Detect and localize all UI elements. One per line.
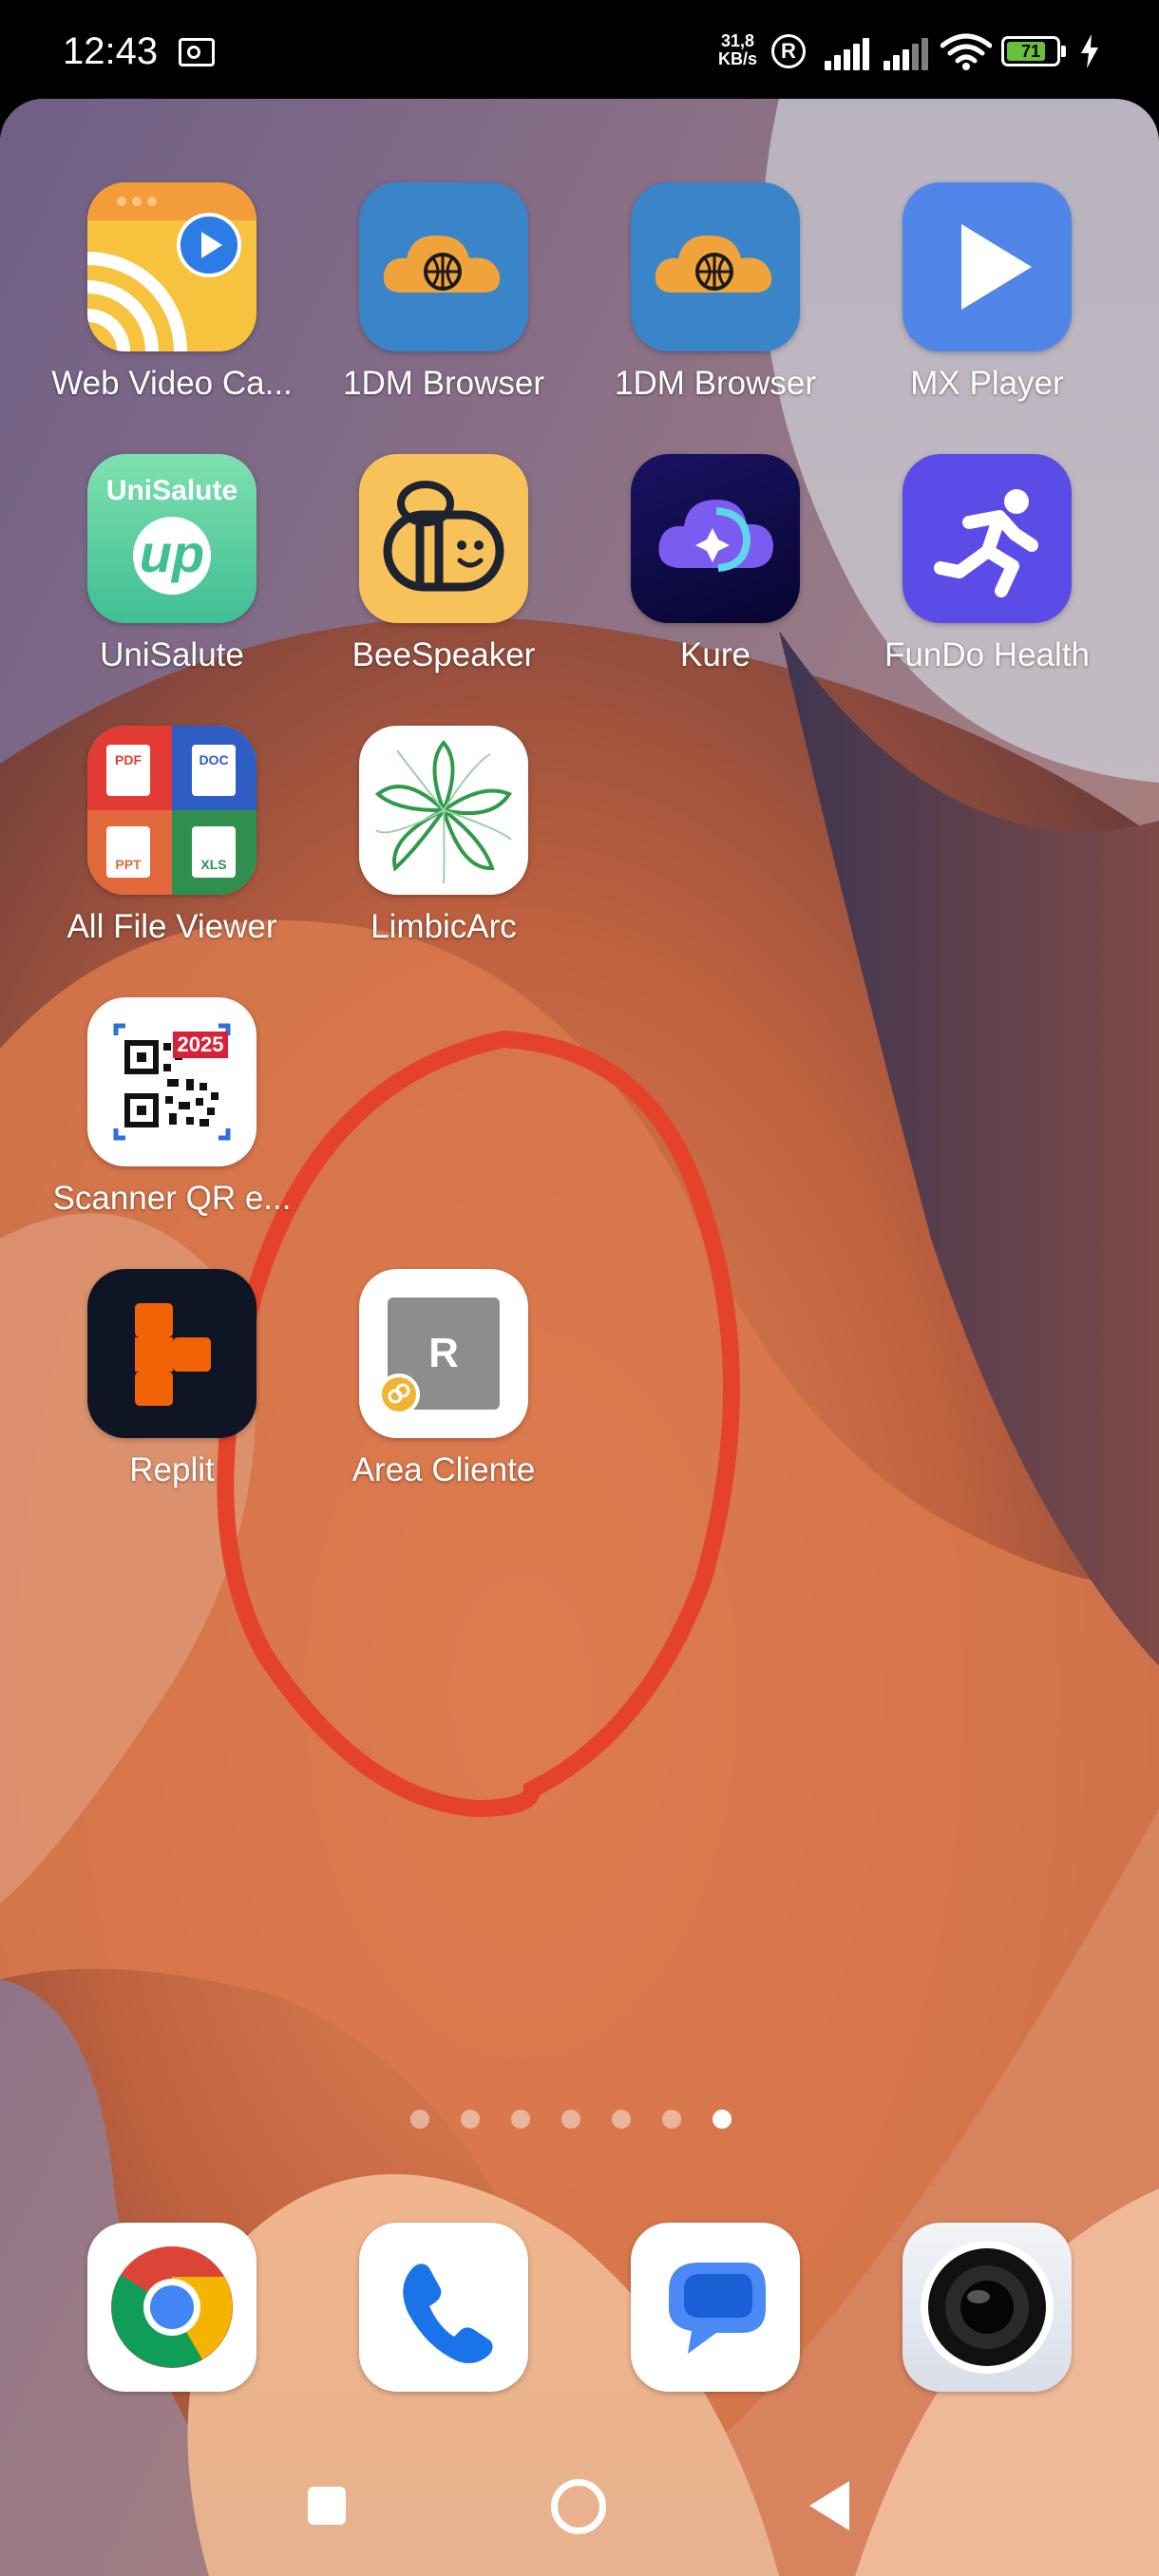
chrome-icon [87,2223,256,2392]
dock-camera[interactable] [849,2223,1125,2392]
recents-button[interactable] [308,2487,346,2525]
app-label: 1DM Browser [615,365,816,402]
app-label: BeeSpeaker [352,636,536,673]
page-dot[interactable] [461,2110,480,2129]
app-label: Web Video Ca... [51,365,293,402]
app-limbicarc[interactable]: LimbicArc [306,726,581,946]
unisalute-icon-text: UniSalute [105,475,238,506]
dock-chrome[interactable] [34,2223,310,2392]
app-beespeaker[interactable]: BeeSpeaker [306,454,581,674]
network-speed-value: 31,8 [720,31,755,50]
app-web-video-cast[interactable]: Web Video Ca... [34,182,310,403]
app-label: Area Cliente [352,1451,536,1488]
page-dot-active[interactable] [712,2110,732,2129]
app-fundo-health[interactable]: FunDo Health [849,454,1125,674]
registered-icon: R [771,34,806,68]
notification-icon [179,38,215,66]
web-video-cast-icon [87,182,256,351]
battery-icon: 71 [1001,36,1060,66]
app-label: Kure [680,636,750,673]
status-bar: 12:43 31,8 KB/s R 71 [0,0,1159,103]
app-label: UniSalute [100,636,244,673]
app-label: All File Viewer [66,908,277,945]
app-all-file-viewer[interactable]: PDF DOC PPT XLS All File Viewer [34,726,310,946]
shortcut-badge-icon [378,1373,420,1415]
app-label: 1DM Browser [343,365,544,402]
unisalute-icon: UniSalute up [87,454,256,623]
status-time: 12:43 [63,30,159,72]
app-scanner-qr[interactable]: 2025 Scanner QR e... [34,997,310,1218]
page-dot[interactable] [662,2110,681,2129]
page-indicator[interactable] [410,2105,752,2133]
cloud-globe-icon [631,182,800,351]
charging-icon [1081,34,1098,68]
network-speed-unit: KB/s [718,49,758,68]
qr-code-icon: 2025 [87,997,256,1166]
kure-cloud-icon [631,454,800,623]
network-speed: 31,8 KB/s [718,32,757,68]
app-1dm-browser-2[interactable]: 1DM Browser [578,182,853,403]
page-dot[interactable] [410,2110,429,2129]
camera-icon [902,2223,1072,2392]
cloud-globe-icon [359,182,528,351]
page-dot[interactable] [612,2110,631,2129]
app-1dm-browser[interactable]: 1DM Browser [306,182,581,403]
limbicarc-icon [359,726,528,895]
doc-tile: DOC [192,745,236,796]
app-label: Scanner QR e... [52,1180,292,1217]
app-label: LimbicArc [370,908,517,945]
play-icon [902,182,1072,351]
file-viewer-icon: PDF DOC PPT XLS [87,726,256,895]
app-mx-player[interactable]: MX Player [849,182,1125,403]
battery-level: 71 [1020,42,1041,61]
page-dot[interactable] [561,2110,580,2129]
navigation-bar [0,2441,1159,2576]
app-unisalute[interactable]: UniSalute up UniSalute [34,454,310,674]
signal-icon [823,36,874,70]
wifi-icon [940,33,992,70]
dock-phone[interactable] [306,2223,581,2392]
signal-icon-secondary [882,36,933,70]
pdf-tile: PDF [106,745,150,796]
ppt-tile: PPT [106,826,150,878]
app-area-cliente[interactable]: R Area Cliente [306,1269,581,1489]
page-dot[interactable] [511,2110,530,2129]
app-label: FunDo Health [884,636,1090,673]
unisalute-icon-badge: up [133,517,211,595]
replit-icon [87,1269,256,1438]
app-kure[interactable]: Kure [578,454,853,674]
qr-year-badge: 2025 [173,1032,228,1058]
back-button[interactable] [809,2481,849,2530]
messages-icon [631,2223,800,2392]
xls-tile: XLS [192,826,236,878]
bee-icon [359,454,528,623]
app-replit[interactable]: Replit [34,1269,310,1489]
home-button[interactable] [551,2479,606,2534]
phone-icon [359,2223,528,2392]
app-label: MX Player [910,365,1064,402]
app-label: Replit [129,1451,215,1488]
runner-icon [902,454,1072,623]
dock-messages[interactable] [578,2223,853,2392]
area-cliente-icon: R [359,1269,528,1438]
